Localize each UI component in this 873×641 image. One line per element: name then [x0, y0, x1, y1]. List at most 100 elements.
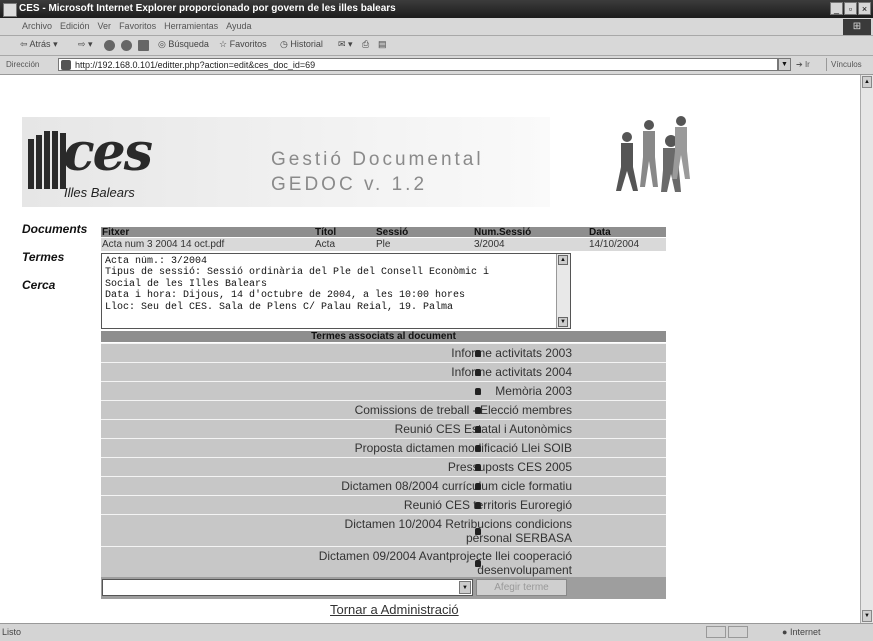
status-panel — [728, 626, 748, 638]
app-version: GEDOC v. 1.2 — [271, 174, 428, 195]
trash-icon[interactable] — [475, 388, 481, 395]
term-label: Dictamen 08/2004 currículum cicle format… — [341, 479, 572, 493]
trash-icon[interactable] — [475, 464, 481, 471]
term-row: Memòria 2003 — [101, 381, 666, 400]
menu-archivo[interactable]: Archivo — [22, 21, 52, 31]
cell-num-sessio: 3/2004 — [474, 239, 505, 250]
status-bar: Listo ● Internet — [0, 623, 873, 641]
terms-header: Termes associats al document — [101, 331, 666, 342]
term-row: Reunió CES territoris Euroregió — [101, 495, 666, 514]
address-input[interactable]: http://192.168.0.101/editter.php?action=… — [58, 58, 778, 71]
menu-bar: Archivo Edición Ver Favoritos Herramient… — [0, 18, 873, 36]
cell-data: 14/10/2004 — [589, 239, 640, 250]
stop-icon[interactable] — [104, 40, 115, 51]
column-header-num-sessio: Num.Sessió — [474, 227, 532, 238]
trash-icon[interactable] — [475, 483, 481, 490]
term-row: Reunió CES Estatal i Autonòmics — [101, 419, 666, 438]
chevron-down-icon[interactable]: ▼ — [459, 581, 471, 594]
column-header-titol: Títol — [315, 227, 337, 238]
description-line: Social de les Illes Balears — [105, 278, 268, 290]
menu-ver[interactable]: Ver — [98, 21, 112, 31]
refresh-icon[interactable] — [121, 40, 132, 51]
term-label: Proposta dictamen modificació Llei SOIB — [354, 441, 572, 455]
windows-logo-icon: ⊞ — [843, 19, 871, 35]
people-illustration — [616, 116, 690, 192]
description-text: Acta núm.: 3/2004 Tipus de sessió: Sessió… — [105, 256, 555, 328]
scroll-down-arrow-icon[interactable]: ▼ — [862, 610, 872, 622]
trash-icon[interactable] — [475, 369, 481, 376]
favorites-button[interactable]: ☆ Favoritos — [219, 39, 267, 50]
table-row: Acta num 3 2004 14 oct.pdf Acta Ple 3/20… — [101, 238, 666, 251]
scroll-down-arrow-icon[interactable]: ▼ — [558, 317, 568, 327]
standard-toolbar: ⇦ Atrás ▾ ⇨ ▾ ◎ Búsqueda ☆ Favoritos ◷ H… — [0, 36, 873, 56]
page-scrollbar[interactable]: ▲ ▼ — [860, 75, 873, 623]
term-label: Dictamen 10/2004 Retribucions condicions… — [344, 517, 572, 545]
minimize-button[interactable]: _ — [830, 2, 843, 15]
term-row: Dictamen 08/2004 currículum cicle format… — [101, 476, 666, 495]
scroll-up-arrow-icon[interactable]: ▲ — [862, 76, 872, 88]
column-header-fitxer: Fitxer — [102, 227, 130, 238]
window-controls: _ ▫ × — [830, 2, 871, 15]
mail-icon[interactable]: ✉ ▾ — [338, 39, 353, 50]
term-label: Memòria 2003 — [495, 384, 572, 398]
description-line: Lloc: Seu del CES. Sala de Plens C/ Pala… — [105, 301, 454, 313]
window-titlebar: CES - Microsoft Internet Explorer propor… — [0, 0, 873, 18]
trash-icon[interactable] — [475, 445, 481, 452]
edit-icon[interactable]: ▤ — [378, 39, 387, 50]
term-label: Dictamen 09/2004 Avantprojecte llei coop… — [318, 549, 572, 577]
trash-icon[interactable] — [475, 502, 481, 509]
description-line: Data i hora: Dijous, 14 d'octubre de 200… — [105, 290, 466, 302]
trash-icon[interactable] — [475, 560, 481, 567]
term-row: Proposta dictamen modificació Llei SOIB — [101, 438, 666, 457]
sidebar-item-documents[interactable]: Documents — [22, 222, 87, 236]
back-button[interactable]: ⇦ Atrás ▾ — [20, 39, 58, 50]
logo-subtitle: Illes Balears — [64, 185, 135, 200]
menu-ayuda[interactable]: Ayuda — [226, 21, 251, 31]
term-label: Informe activitats 2003 — [451, 346, 572, 360]
history-label: Historial — [290, 39, 323, 49]
page-viewport: ces Illes Balears Gestió Documental GEDO… — [0, 75, 860, 623]
trash-icon[interactable] — [475, 350, 481, 357]
trash-icon[interactable] — [475, 407, 481, 414]
go-label: Ir — [804, 60, 810, 69]
term-row: Comissions de treball - Elecció membres — [101, 400, 666, 419]
history-button[interactable]: ◷ Historial — [280, 39, 323, 50]
links-button[interactable]: Vínculos — [826, 58, 873, 71]
go-button[interactable]: ➔ Ir — [796, 60, 810, 69]
cell-fitxer[interactable]: Acta num 3 2004 14 oct.pdf — [102, 239, 224, 250]
term-row: Pressuposts CES 2005 — [101, 457, 666, 476]
add-term-button[interactable]: Afegir terme — [476, 579, 567, 596]
term-row: Dictamen 10/2004 Retribucions condicions… — [101, 514, 666, 546]
home-icon[interactable] — [138, 40, 149, 51]
trash-icon[interactable] — [475, 426, 481, 433]
cell-titol: Acta — [315, 239, 336, 250]
textarea-scrollbar[interactable]: ▲ ▼ — [556, 254, 570, 328]
scroll-up-arrow-icon[interactable]: ▲ — [558, 255, 568, 265]
trash-icon[interactable] — [475, 528, 481, 535]
term-label: Reunió CES territoris Euroregió — [403, 498, 572, 512]
forward-button[interactable]: ⇨ ▾ — [78, 39, 93, 50]
address-label: Dirección — [6, 60, 40, 69]
column-header-data: Data — [589, 227, 611, 238]
sidebar-item-cerca[interactable]: Cerca — [22, 278, 55, 292]
back-to-admin-link[interactable]: Tornar a Administració — [330, 602, 459, 617]
menu-herramientas[interactable]: Herramientas — [164, 21, 218, 31]
print-icon[interactable]: ⎙ — [362, 39, 369, 50]
back-label: Atrás — [29, 39, 51, 49]
term-select[interactable]: ▼ — [102, 579, 473, 596]
add-term-row: ▼ Afegir terme — [101, 577, 666, 599]
description-line: Tipus de sessió: Sessió ordinària del Pl… — [105, 267, 490, 279]
search-button[interactable]: ◎ Búsqueda — [158, 39, 209, 50]
menu-favoritos[interactable]: Favoritos — [119, 21, 156, 31]
ces-logo: ces — [63, 122, 153, 183]
menu-edicion[interactable]: Edición — [60, 21, 90, 31]
sidebar-item-termes[interactable]: Termes — [22, 250, 64, 264]
window-title: CES - Microsoft Internet Explorer propor… — [19, 3, 396, 14]
column-header-sessio: Sessió — [376, 227, 409, 238]
zone-label: Internet — [789, 627, 821, 637]
address-dropdown-button[interactable]: ▼ — [778, 58, 791, 71]
page-icon — [61, 60, 71, 70]
description-textarea[interactable]: Acta núm.: 3/2004 Tipus de sessió: Sessió… — [101, 253, 571, 329]
close-button[interactable]: × — [858, 2, 871, 15]
maximize-button[interactable]: ▫ — [844, 2, 857, 15]
